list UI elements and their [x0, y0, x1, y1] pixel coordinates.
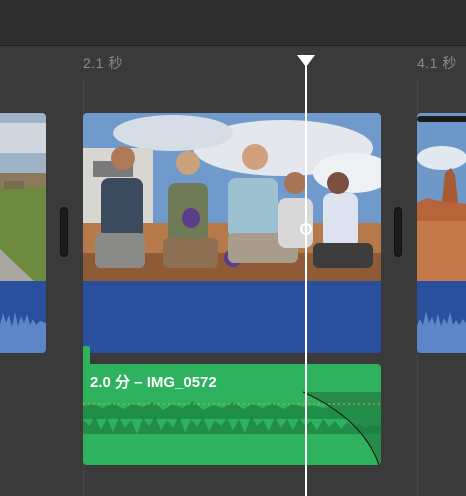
ruler-label-right: 4.1 秒 — [417, 55, 457, 71]
trim-handle-icon[interactable] — [394, 207, 402, 257]
ruler-label-left: 2.1 秒 — [83, 55, 123, 71]
playhead-triangle-icon[interactable] — [297, 55, 315, 67]
clip-audio-waveform — [417, 281, 466, 353]
clip-thumbnail — [0, 113, 46, 281]
timeline-toolbar — [0, 0, 466, 46]
playhead-skimmer-knob[interactable] — [300, 223, 312, 235]
clip-thumbnail — [83, 113, 381, 281]
music-clip[interactable]: 2.0 分 – IMG_0572 — [83, 364, 381, 465]
clip-audio-waveform — [0, 281, 46, 353]
video-clip-selected[interactable] — [83, 113, 381, 353]
clip-audio-track — [83, 281, 381, 353]
music-clip-connector — [83, 346, 90, 366]
video-clip-previous[interactable] — [0, 113, 46, 353]
music-clip-title: 2.0 分 – IMG_0572 — [90, 374, 217, 391]
playhead-line[interactable] — [305, 60, 307, 496]
trim-handle-icon[interactable] — [60, 207, 68, 257]
time-ruler[interactable]: 2.1 秒 4.1 秒 — [0, 46, 466, 76]
clip-thumbnail — [417, 113, 466, 281]
video-clip-next[interactable] — [417, 113, 466, 353]
